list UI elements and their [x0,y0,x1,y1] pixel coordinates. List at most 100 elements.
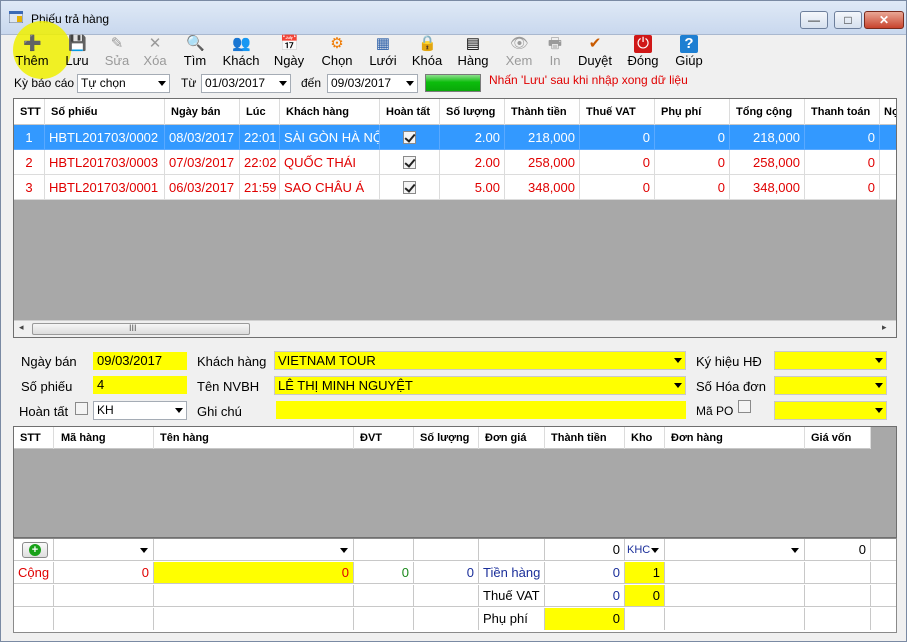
maximize-button[interactable]: □ [834,11,862,29]
khach-hang-select[interactable]: VIETNAM TOUR [274,351,686,370]
pp-spacer-2 [54,608,154,630]
col-khach-hang[interactable]: Khách hàng [280,99,380,125]
cong-spacer [871,562,896,584]
col-stt[interactable]: STT [14,427,54,449]
entry-ten-hang-select[interactable] [154,539,354,561]
col-thanh-toan[interactable]: Thanh toán [805,99,880,125]
close-button[interactable]: ⏻ Đóng [623,31,663,71]
col-ma-hang[interactable]: Mã hàng [54,427,154,449]
customer-button[interactable]: 👥 Khách [219,31,263,71]
entry-kho-select[interactable]: KHC [625,539,665,561]
find-button[interactable]: 🔍 Tìm [177,31,213,71]
table-row[interactable]: 1 HBTL201703/0002 08/03/2017 22:01 SÀI G… [14,125,896,150]
table-row[interactable]: 3 HBTL201703/0001 06/03/2017 21:59 SAO C… [14,175,896,200]
hoan-tat-checkbox[interactable] [75,402,88,415]
scroll-right-icon[interactable]: ▸ [882,322,887,333]
thue-vat-input[interactable]: 0 [625,585,665,607]
phu-phi-input[interactable]: 0 [545,608,625,630]
col-phu-phi[interactable]: Phụ phí [655,99,730,125]
cong-don-gia: 0 [414,562,479,584]
date-button[interactable]: 📅 Ngày [269,31,309,71]
col-luc[interactable]: Lúc [240,99,280,125]
nvbh-select[interactable]: LÊ THỊ MINH NGUYỆT [274,376,686,395]
minimize-button[interactable]: — [800,11,828,29]
pp-spacer-4 [354,608,414,630]
save-button[interactable]: 💾 Lưu [59,31,95,71]
add-row-button[interactable]: + [22,542,48,558]
entry-ma-hang-select[interactable] [54,539,154,561]
edit-button[interactable]: ✎ Sửa [99,31,135,71]
col-tong-cong[interactable]: Tổng cộng [730,99,805,125]
delete-button[interactable]: ✕ Xóa [137,31,173,71]
cell-khach-hang: SÀI GÒN HÀ NỘI [280,125,380,150]
col-gia-von[interactable]: Giá vốn [805,427,871,449]
to-date-picker[interactable]: 09/03/2017 [327,74,418,93]
vat-spacer-4 [354,585,414,607]
checkbox-icon[interactable] [403,130,416,144]
choose-button[interactable]: ⚙ Chọn [317,31,357,71]
entry-don-gia[interactable] [479,539,545,561]
cell-no [880,150,896,175]
ngay-ban-field[interactable]: 09/03/2017 [93,352,187,370]
cell-tong-cong: 258,000 [730,150,805,175]
checkbox-icon[interactable] [403,180,416,194]
col-ten-hang[interactable]: Tên hàng [154,427,354,449]
kho-select[interactable]: KH [93,401,187,420]
checkbox-icon[interactable] [403,155,416,169]
col-thanh-tien[interactable]: Thành tiền [505,99,580,125]
grid-button[interactable]: ▦ Lưới [363,31,403,71]
table-row[interactable]: 2 HBTL201703/0003 07/03/2017 22:02 QUỐC … [14,150,896,175]
cell-ngay-ban: 06/03/2017 [165,175,240,200]
ngay-ban-label: Ngày bán [21,354,77,369]
entry-gia-von[interactable]: 0 [805,539,871,561]
progress-bar [425,74,481,92]
col-ngay-ban[interactable]: Ngày bán [165,99,240,125]
entry-kho-value: KHC [627,544,651,556]
col-stt[interactable]: STT [14,99,45,125]
col-thanh-tien[interactable]: Thành tiền [545,427,625,449]
close-window-button[interactable]: ✕ [864,11,904,29]
view-button[interactable]: 👁 Xem [499,31,539,71]
so-phieu-field[interactable]: 4 [93,376,187,394]
entry-dvt[interactable] [354,539,414,561]
ky-hieu-select[interactable] [774,351,887,370]
col-thue-vat[interactable]: Thuế VAT [580,99,655,125]
col-so-phieu[interactable]: Số phiếu [45,99,165,125]
print-button[interactable]: 🖶 In [537,31,573,71]
approve-icon: ✔ [588,35,602,52]
scrollbar-thumb[interactable]: III [32,323,250,335]
goods-button[interactable]: ▤ Hàng [453,31,493,71]
tien-hang-kho[interactable]: 1 [625,562,665,584]
col-hoan-tat[interactable]: Hoàn tất [380,99,440,125]
col-dvt[interactable]: ĐVT [354,427,414,449]
lock-button[interactable]: 🔒 Khóa [407,31,447,71]
horizontal-scrollbar[interactable]: ◂ III ▸ [14,320,896,337]
so-hoa-don-select[interactable] [774,376,887,395]
col-kho[interactable]: Kho [625,427,665,449]
col-don-hang[interactable]: Đơn hàng [665,427,805,449]
col-so-luong[interactable]: Số lượng [440,99,505,125]
entry-don-hang-select[interactable] [665,539,805,561]
help-button[interactable]: ? Giúp [671,31,707,71]
ma-po-checkbox[interactable] [738,400,751,413]
view-icon: 👁 [510,35,530,52]
period-select[interactable]: Tự chọn [77,74,170,93]
delete-label: Xóa [143,53,167,68]
scroll-left-icon[interactable]: ◂ [19,322,24,333]
ma-po-select[interactable] [774,401,887,420]
add-button[interactable]: ➕ Thêm [13,31,51,71]
cell-ngay-ban: 08/03/2017 [165,125,240,150]
approve-button[interactable]: ✔ Duyệt [575,31,615,71]
grid-label: Lưới [369,53,397,68]
from-date-picker[interactable]: 01/03/2017 [201,74,291,93]
khach-hang-value: VIETNAM TOUR [278,353,376,368]
ghi-chu-field[interactable] [276,401,686,419]
entry-thanh-tien[interactable]: 0 [545,539,625,561]
cell-thanh-tien: 218,000 [505,125,580,150]
col-so-luong[interactable]: Số lượng [414,427,479,449]
col-don-gia[interactable]: Đơn giá [479,427,545,449]
cell-phu-phi: 0 [655,125,730,150]
col-no[interactable]: Nợ [880,99,896,125]
entry-so-luong[interactable] [414,539,479,561]
help-icon: ? [680,35,698,53]
